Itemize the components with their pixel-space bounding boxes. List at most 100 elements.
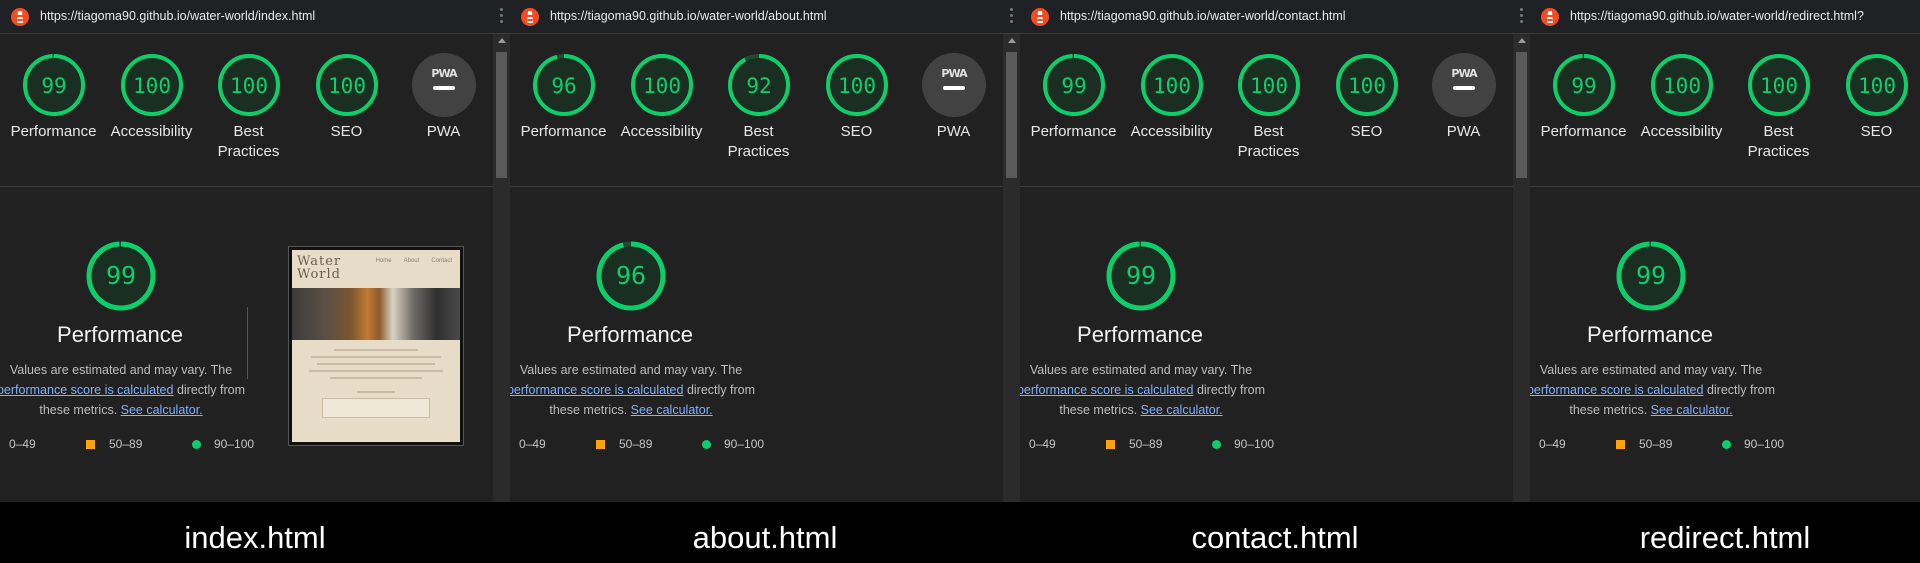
lighthouse-icon <box>1541 8 1559 26</box>
gauge-pwa[interactable]: PWA PWA <box>1415 52 1512 142</box>
scrollbar-thumb[interactable] <box>1516 52 1527 178</box>
score-value: 100 <box>1663 74 1701 98</box>
kebab-menu-icon[interactable] <box>1006 8 1016 26</box>
gauge-label: Performance <box>520 123 607 140</box>
performance-main-gauge: 99 <box>1615 240 1687 317</box>
gauge-best-practices[interactable]: 100 Best Practices <box>1730 52 1827 162</box>
gauge-label: Accessibility <box>620 123 703 140</box>
scrollbar[interactable] <box>493 34 510 502</box>
score-value: 99 <box>1061 74 1086 98</box>
gauge-label: PWA <box>936 123 971 140</box>
average-square-icon <box>596 440 605 449</box>
site-nav: Home About Contact <box>375 258 452 264</box>
gauge-performance[interactable]: 99 Performance <box>1535 52 1632 142</box>
gauge-best-practices[interactable]: 100 Best Practices <box>200 52 297 162</box>
gauge-seo[interactable]: 100 SEO <box>298 52 395 142</box>
kebab-menu-icon[interactable] <box>1516 8 1526 26</box>
page-caption: index.html <box>184 520 326 555</box>
see-calculator-link[interactable]: See calculator. <box>1141 403 1223 417</box>
gauge-accessibility[interactable]: 100 Accessibility <box>1123 52 1220 142</box>
gauge-seo[interactable]: 100 SEO <box>1828 52 1920 142</box>
score-value: 99 <box>1571 74 1596 98</box>
scrollbar-thumb[interactable] <box>496 52 507 178</box>
gauge-pwa[interactable]: PWA PWA <box>395 52 492 142</box>
performance-description: Values are estimated and may vary. The p… <box>1530 360 1780 420</box>
pass-circle-icon <box>702 440 711 449</box>
gauge-label: Best Practices <box>1747 123 1810 160</box>
report-panel: https://tiagoma90.github.io/water-world/… <box>1020 0 1530 502</box>
scrollbar-thumb[interactable] <box>1006 52 1017 178</box>
gauge-performance[interactable]: 99 Performance <box>5 52 102 142</box>
performance-title: Performance <box>567 322 693 347</box>
average-square-icon <box>1616 440 1625 449</box>
pass-circle-icon <box>1212 440 1221 449</box>
pwa-badge-icon: PWA <box>411 53 476 117</box>
score-value: 100 <box>1348 74 1386 98</box>
legend-fail: 0–49 <box>1539 437 1566 451</box>
score-calculation-link[interactable]: performance score is calculated <box>0 383 173 397</box>
gauge-label: Performance <box>1030 123 1117 140</box>
score-value: 100 <box>1760 74 1798 98</box>
score-calculation-link[interactable]: performance score is calculated <box>1020 383 1193 397</box>
kebab-menu-icon[interactable] <box>496 8 506 26</box>
gauge-accessibility[interactable]: 100 Accessibility <box>613 52 710 142</box>
scrollbar[interactable] <box>1513 34 1530 502</box>
gauge-label: Best Practices <box>217 123 280 160</box>
page-url[interactable]: https://tiagoma90.github.io/water-world/… <box>1570 0 1864 33</box>
gauge-accessibility[interactable]: 100 Accessibility <box>103 52 200 142</box>
legend-pass: 90–100 <box>724 437 765 451</box>
page-caption: redirect.html <box>1639 520 1811 555</box>
gauge-label: Accessibility <box>1130 123 1213 140</box>
pwa-badge-text: PWA <box>431 67 458 80</box>
page-url[interactable]: https://tiagoma90.github.io/water-world/… <box>1060 0 1346 33</box>
score-value: 100 <box>643 74 681 98</box>
scrollbar[interactable] <box>1003 34 1020 502</box>
pwa-badge-text: PWA <box>1451 67 1478 80</box>
pwa-badge-icon: PWA <box>1431 53 1496 117</box>
score-calculation-link[interactable]: performance score is calculated <box>1530 383 1703 397</box>
gauge-label: Best Practices <box>727 123 790 160</box>
score-value: 100 <box>328 74 366 98</box>
scroll-up-arrow-icon[interactable] <box>498 38 506 43</box>
see-calculator-link[interactable]: See calculator. <box>631 403 713 417</box>
gauge-performance[interactable]: 96 Performance <box>515 52 612 142</box>
page-url[interactable]: https://tiagoma90.github.io/water-world/… <box>40 0 315 33</box>
lighthouse-reports: https://tiagoma90.github.io/water-world/… <box>0 0 1920 502</box>
category-gauges: 99 Performance 100 Accessibility 100 Bes… <box>1020 34 1513 187</box>
gauge-seo[interactable]: 100 SEO <box>1318 52 1415 142</box>
scroll-up-arrow-icon[interactable] <box>1518 38 1526 43</box>
site-body <box>292 340 460 426</box>
gauge-label: SEO <box>330 123 363 140</box>
report-panel: https://tiagoma90.github.io/water-world/… <box>1530 0 1920 502</box>
main-score-value: 99 <box>1636 261 1666 290</box>
gauge-label: Accessibility <box>110 123 193 140</box>
score-calculation-link[interactable]: performance score is calculated <box>510 383 683 397</box>
gauge-best-practices[interactable]: 92 Best Practices <box>710 52 807 162</box>
gauge-seo[interactable]: 100 SEO <box>808 52 905 142</box>
see-calculator-link[interactable]: See calculator. <box>121 403 203 417</box>
score-value: 96 <box>551 74 576 98</box>
gauge-label: SEO <box>1350 123 1383 140</box>
score-value: 100 <box>1153 74 1191 98</box>
score-value: 100 <box>230 74 268 98</box>
gauge-label: PWA <box>1446 123 1481 140</box>
gauge-label: SEO <box>840 123 873 140</box>
performance-title: Performance <box>1077 322 1203 347</box>
divider <box>247 307 248 379</box>
url-bar: https://tiagoma90.github.io/water-world/… <box>0 0 510 34</box>
gauge-best-practices[interactable]: 100 Best Practices <box>1220 52 1317 162</box>
final-screenshot-thumbnail[interactable]: Water World Home About Contact <box>289 247 463 445</box>
gauge-label: PWA <box>426 123 461 140</box>
gauge-performance[interactable]: 99 Performance <box>1025 52 1122 142</box>
scroll-up-arrow-icon[interactable] <box>1008 38 1016 43</box>
gauge-accessibility[interactable]: 100 Accessibility <box>1633 52 1730 142</box>
main-score-value: 99 <box>1126 261 1156 290</box>
legend-average: 50–89 <box>619 437 653 451</box>
gauge-pwa[interactable]: PWA PWA <box>905 52 1002 142</box>
see-calculator-link[interactable]: See calculator. <box>1651 403 1733 417</box>
page-url[interactable]: https://tiagoma90.github.io/water-world/… <box>550 0 827 33</box>
performance-main-gauge: 99 <box>85 240 157 317</box>
legend-pass: 90–100 <box>214 437 255 451</box>
legend-average: 50–89 <box>1639 437 1673 451</box>
performance-description: Values are estimated and may vary. The p… <box>510 360 760 420</box>
